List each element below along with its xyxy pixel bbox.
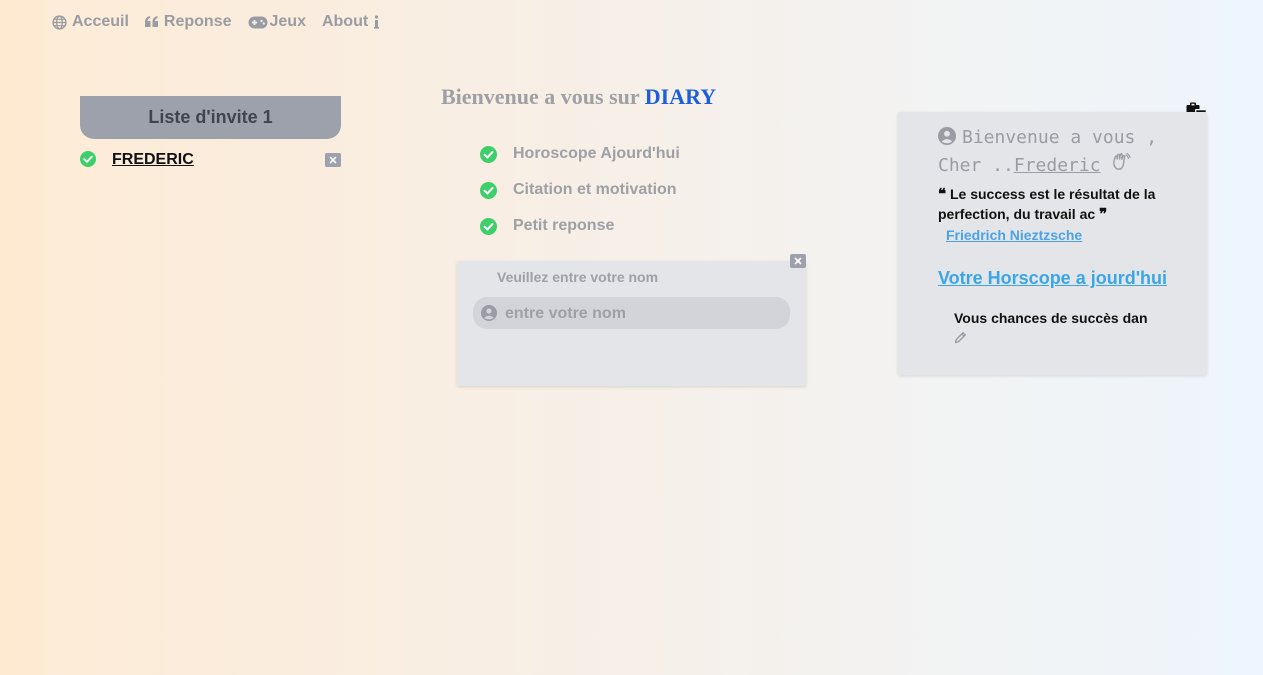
- close-icon: [794, 257, 802, 265]
- guest-name-link[interactable]: FREDERIC: [112, 151, 194, 169]
- user-circle-icon: [938, 127, 956, 145]
- gamepad-icon: [248, 16, 267, 28]
- feature-item-citation: Citation et motivation: [480, 172, 680, 208]
- feature-item-horoscope: Horoscope Ajourd'hui: [480, 136, 680, 172]
- greeting-name-link[interactable]: Frederic: [1014, 155, 1101, 176]
- nav-label: Reponse: [163, 13, 232, 30]
- nav-label: About: [321, 13, 369, 30]
- feature-label: Citation et motivation: [513, 181, 677, 198]
- greeting-text: Bienvenue a vous , Cher ..Frederic: [938, 124, 1188, 180]
- info-icon: [374, 15, 380, 29]
- user-circle-icon: [481, 305, 497, 321]
- check-circle-icon: [480, 145, 497, 163]
- feature-label: Horoscope Ajourd'hui: [513, 145, 680, 162]
- nav-item-about[interactable]: About: [322, 13, 380, 31]
- name-entry-card: Veuillez entre votre nom: [457, 261, 806, 386]
- nav-label: Acceuil: [72, 13, 129, 30]
- left-margin-strip: [0, 0, 43, 675]
- greeting-line1: Bienvenue a vous ,: [962, 127, 1158, 148]
- waving-hand-icon: [1113, 152, 1132, 170]
- brand-name: DIARY: [644, 84, 717, 109]
- quote-close-icon: ❞: [1099, 205, 1108, 223]
- horoscope-link[interactable]: Votre Horscope a jourd'hui: [938, 268, 1167, 289]
- name-input[interactable]: [503, 297, 787, 331]
- remove-guest-button[interactable]: [325, 153, 341, 167]
- right-margin-strip: [1220, 0, 1263, 675]
- check-circle-icon: [480, 217, 497, 235]
- quote-block: ❝ Le success est le résultat de la perfe…: [938, 184, 1178, 224]
- guest-list-item: FREDERIC: [80, 150, 341, 170]
- name-input-container: [473, 297, 790, 331]
- check-circle-icon: [480, 181, 497, 199]
- feature-item-reponse: Petit reponse: [480, 208, 680, 244]
- quote-open-icon: ❝: [938, 185, 947, 203]
- check-circle-icon: [80, 151, 96, 167]
- greeting-line2-prefix: Cher ..: [938, 155, 1014, 176]
- nav-item-reponse[interactable]: Reponse: [144, 13, 232, 31]
- nav-item-jeux[interactable]: Jeux: [248, 13, 306, 31]
- chances-text: Vous chances de succès dan: [954, 310, 1148, 326]
- nav-label: Jeux: [269, 13, 306, 30]
- feature-list: Horoscope Ajourd'hui Citation et motivat…: [480, 136, 680, 244]
- welcome-title: Bienvenue a vous sur DIARY: [441, 84, 716, 110]
- nav-item-acceuil[interactable]: Acceuil: [52, 13, 129, 31]
- top-nav: Acceuil Reponse Jeux About: [52, 10, 380, 34]
- quote-icon: [144, 16, 158, 27]
- pencil-icon[interactable]: [954, 331, 967, 344]
- close-icon: [329, 156, 337, 164]
- welcome-prefix: Bienvenue a vous sur: [441, 84, 640, 109]
- name-prompt: Veuillez entre votre nom: [497, 269, 659, 285]
- quote-text: Le success est le résultat de la perfect…: [938, 186, 1156, 222]
- greeting-card: Bienvenue a vous , Cher ..Frederic ❝ Le …: [898, 112, 1207, 375]
- feature-label: Petit reponse: [513, 217, 615, 234]
- guest-list-title: Liste d'invite 1: [80, 96, 341, 139]
- quote-author-link[interactable]: Friedrich Nieztzsche: [946, 227, 1082, 243]
- close-name-card-button[interactable]: [790, 254, 806, 268]
- globe-icon: [52, 14, 67, 30]
